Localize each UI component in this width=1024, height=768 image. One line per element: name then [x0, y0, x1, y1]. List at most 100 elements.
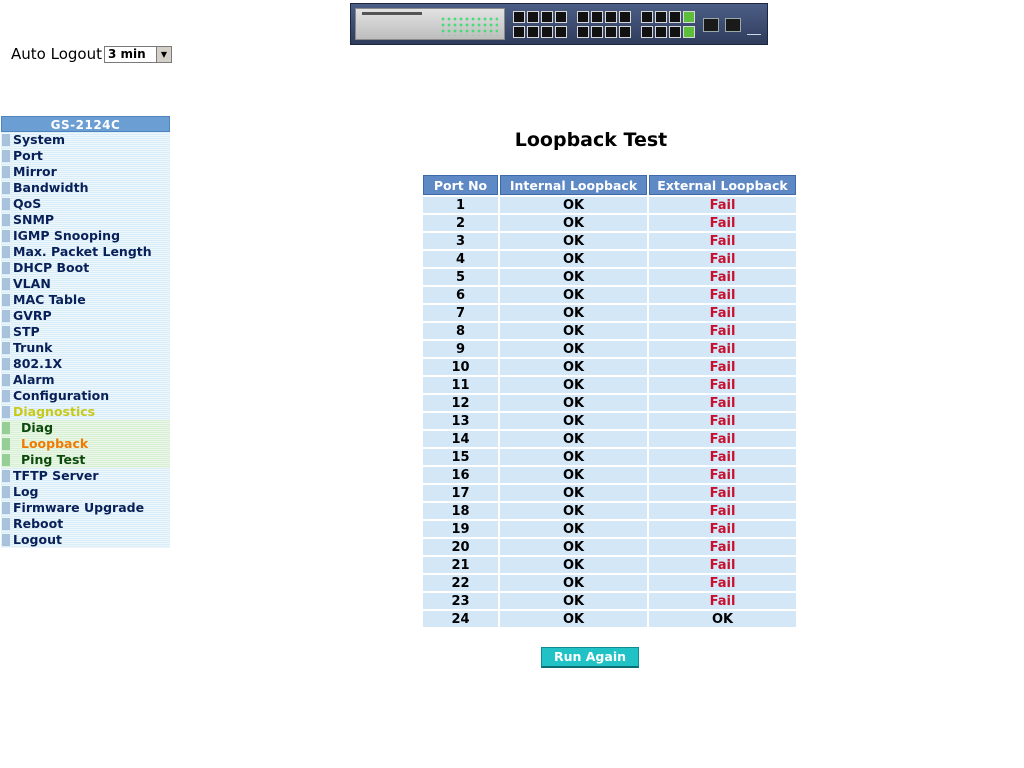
port-icon — [641, 11, 653, 23]
sidebar-item-label: SNMP — [13, 212, 55, 227]
external-loopback-cell: Fail — [649, 197, 796, 213]
sidebar-item-alarm[interactable]: Alarm — [1, 372, 170, 388]
port-no-cell: 8 — [423, 323, 498, 339]
sidebar-item-log[interactable]: Log — [1, 484, 170, 500]
sidebar-item-diag[interactable]: Diag — [1, 420, 170, 436]
internal-loopback-cell: OK — [500, 521, 647, 537]
port-no-cell: 13 — [423, 413, 498, 429]
column-header-port-no: Port No — [423, 175, 498, 195]
port-icon — [669, 26, 681, 38]
sidebar-item-mirror[interactable]: Mirror — [1, 164, 170, 180]
port-icon — [591, 26, 603, 38]
internal-loopback-cell: OK — [500, 251, 647, 267]
sidebar-item-ping-test[interactable]: Ping Test — [1, 452, 170, 468]
internal-loopback-cell: OK — [500, 395, 647, 411]
auto-logout-select[interactable]: 3 min ▼ — [103, 45, 172, 63]
sidebar-item-label: Trunk — [13, 340, 53, 355]
sidebar-item-snmp[interactable]: SNMP — [1, 212, 170, 228]
port-icon — [591, 11, 603, 23]
sidebar-item-label: Ping Test — [21, 452, 86, 467]
port-icon — [555, 26, 567, 38]
sidebar-item-igmp-snooping[interactable]: IGMP Snooping — [1, 228, 170, 244]
square-bullet-icon — [2, 342, 10, 354]
external-loopback-cell: Fail — [649, 431, 796, 447]
port-no-cell: 22 — [423, 575, 498, 591]
sidebar-item-dhcp-boot[interactable]: DHCP Boot — [1, 260, 170, 276]
sidebar-item-bandwidth[interactable]: Bandwidth — [1, 180, 170, 196]
port-icon — [527, 26, 539, 38]
port-no-cell: 19 — [423, 521, 498, 537]
sidebar-item-reboot[interactable]: Reboot — [1, 516, 170, 532]
internal-loopback-cell: OK — [500, 431, 647, 447]
port-icon — [541, 26, 553, 38]
table-row: 18 OK Fail — [423, 503, 796, 519]
sidebar-item-gvrp[interactable]: GVRP — [1, 308, 170, 324]
sidebar-item-label: STP — [13, 324, 40, 339]
internal-loopback-cell: OK — [500, 233, 647, 249]
sidebar-item-diagnostics[interactable]: Diagnostics — [1, 404, 170, 420]
sidebar-item-logout[interactable]: Logout — [1, 532, 170, 548]
sidebar-item-label: System — [13, 132, 66, 147]
square-bullet-icon — [2, 454, 10, 466]
port-icon — [527, 11, 539, 23]
port-group-3 — [641, 11, 699, 39]
sidebar-item-stp[interactable]: STP — [1, 324, 170, 340]
square-bullet-icon — [2, 374, 10, 386]
port-no-cell: 10 — [423, 359, 498, 375]
sidebar-item-system[interactable]: System — [1, 132, 170, 148]
external-loopback-cell: Fail — [649, 449, 796, 465]
square-bullet-icon — [2, 214, 10, 226]
internal-loopback-cell: OK — [500, 611, 647, 627]
sidebar-item-vlan[interactable]: VLAN — [1, 276, 170, 292]
internal-loopback-cell: OK — [500, 305, 647, 321]
port-icon — [513, 11, 525, 23]
internal-loopback-cell: OK — [500, 323, 647, 339]
port-icon — [683, 11, 695, 23]
port-icon — [619, 26, 631, 38]
sidebar-item-port[interactable]: Port — [1, 148, 170, 164]
internal-loopback-cell: OK — [500, 539, 647, 555]
chevron-down-icon[interactable]: ▼ — [155, 46, 171, 62]
port-group-2 — [577, 11, 635, 39]
port-icon — [619, 11, 631, 23]
run-again-button[interactable]: Run Again — [541, 647, 639, 668]
square-bullet-icon — [2, 310, 10, 322]
sidebar-item-trunk[interactable]: Trunk — [1, 340, 170, 356]
sidebar-item-configuration[interactable]: Configuration — [1, 388, 170, 404]
external-loopback-cell: Fail — [649, 413, 796, 429]
external-loopback-cell: Fail — [649, 377, 796, 393]
sidebar-item-max-packet-length[interactable]: Max. Packet Length — [1, 244, 170, 260]
sfp-slot-icon — [703, 18, 719, 32]
port-no-cell: 4 — [423, 251, 498, 267]
table-row: 17 OK Fail — [423, 485, 796, 501]
port-no-cell: 23 — [423, 593, 498, 609]
table-header-row: Port No Internal Loopback External Loopb… — [423, 175, 796, 195]
sidebar-item-label: QoS — [13, 196, 42, 211]
sidebar-item-802-1x[interactable]: 802.1X — [1, 356, 170, 372]
port-icon — [655, 11, 667, 23]
square-bullet-icon — [2, 406, 10, 418]
port-no-cell: 16 — [423, 467, 498, 483]
external-loopback-cell: Fail — [649, 557, 796, 573]
table-row: 11 OK Fail — [423, 377, 796, 393]
sidebar-item-mac-table[interactable]: MAC Table — [1, 292, 170, 308]
port-no-cell: 17 — [423, 485, 498, 501]
auto-logout-selected-value: 3 min — [107, 46, 146, 61]
port-icon — [669, 11, 681, 23]
square-bullet-icon — [2, 486, 10, 498]
table-row: 13 OK Fail — [423, 413, 796, 429]
sidebar-item-qos[interactable]: QoS — [1, 196, 170, 212]
table-row: 9 OK Fail — [423, 341, 796, 357]
external-loopback-cell: Fail — [649, 269, 796, 285]
sidebar-item-firmware-upgrade[interactable]: Firmware Upgrade — [1, 500, 170, 516]
port-no-cell: 20 — [423, 539, 498, 555]
sidebar-item-loopback[interactable]: Loopback — [1, 436, 170, 452]
port-icon — [605, 26, 617, 38]
sidebar-item-label: TFTP Server — [13, 468, 99, 483]
internal-loopback-cell: OK — [500, 269, 647, 285]
table-row: 22 OK Fail — [423, 575, 796, 591]
sidebar-menu: GS-2124C System Port Mirror Bandwidth QoS SNM… — [1, 116, 170, 548]
sidebar-item-label: Logout — [13, 532, 62, 547]
sidebar-item-tftp-server[interactable]: TFTP Server — [1, 468, 170, 484]
external-loopback-cell: Fail — [649, 575, 796, 591]
